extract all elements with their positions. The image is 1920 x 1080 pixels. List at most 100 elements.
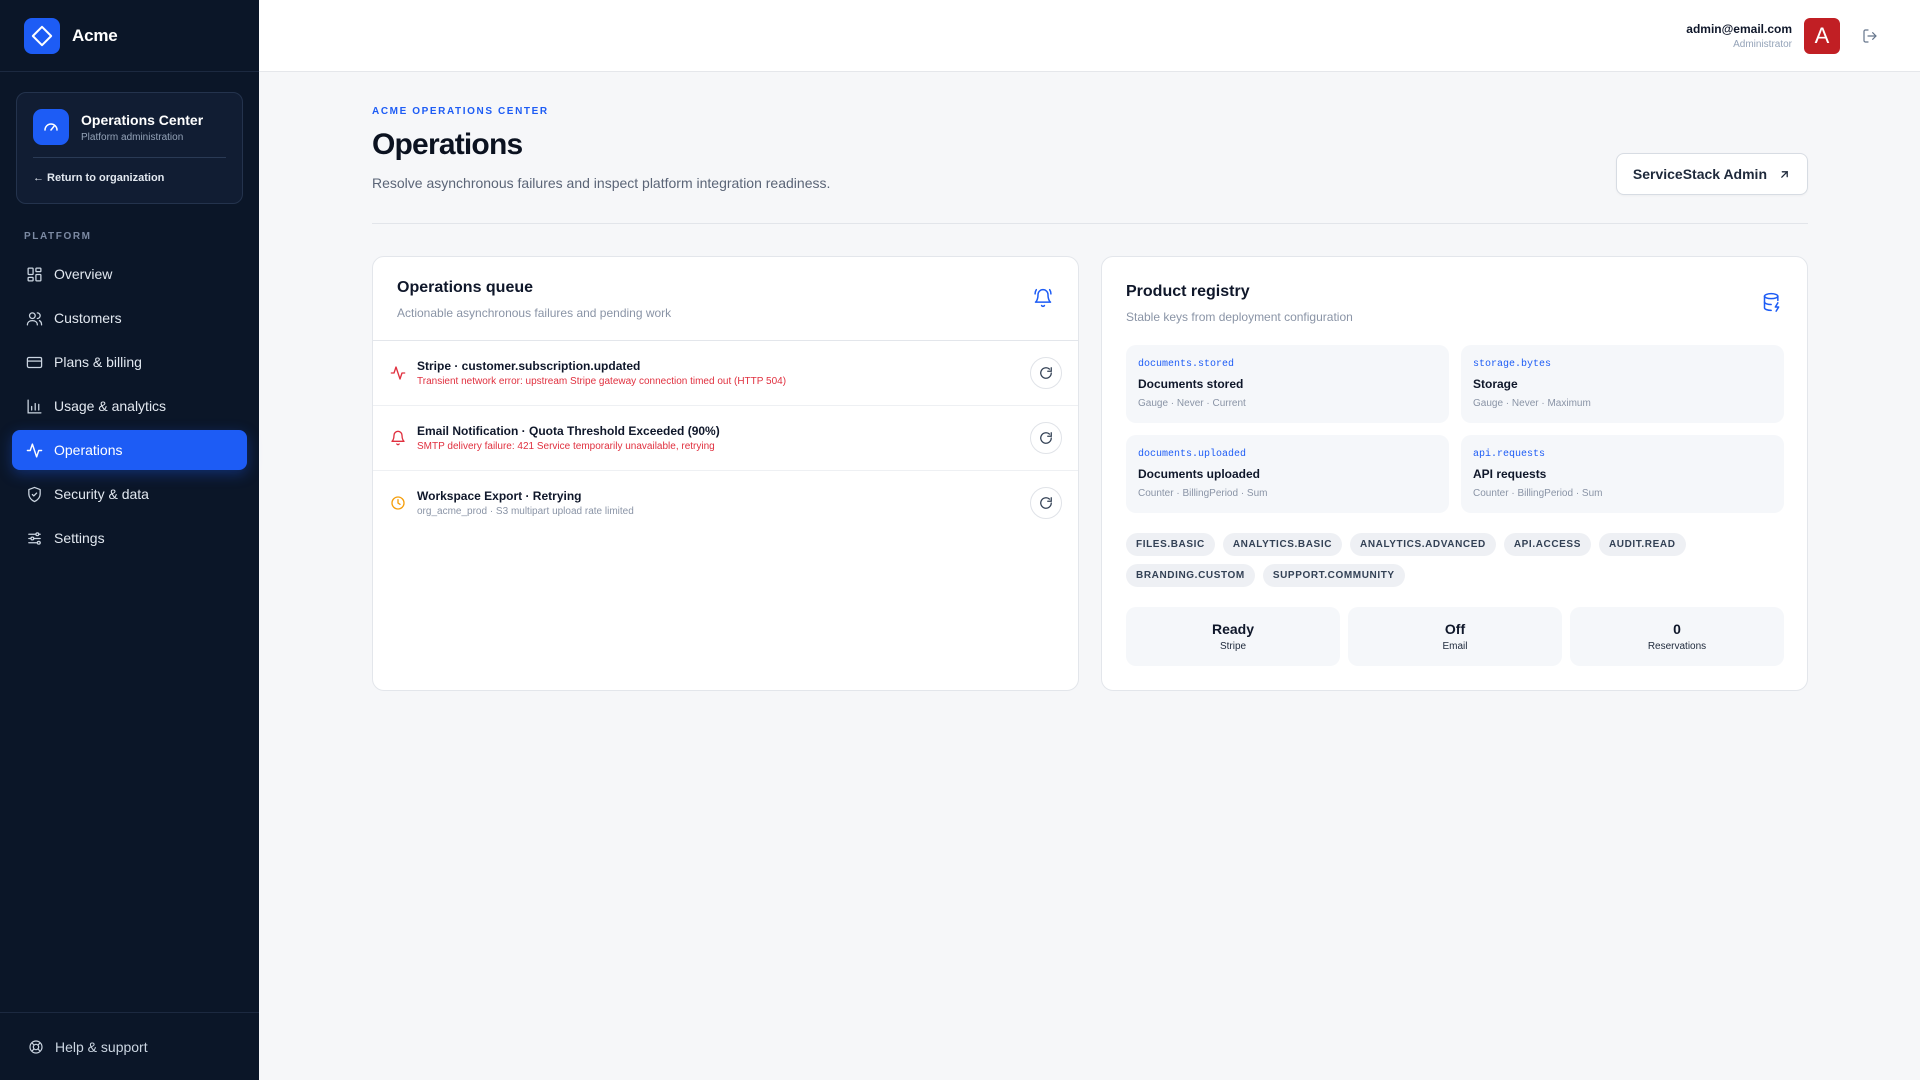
queue-item-detail: org_acme_prod · S3 multipart upload rate… (417, 506, 634, 517)
bell-icon (389, 429, 407, 447)
stat-email: Off Email (1348, 607, 1562, 666)
gauge-icon (33, 109, 69, 145)
sidebar-item-overview[interactable]: Overview (12, 254, 247, 294)
brand[interactable]: Acme (0, 0, 259, 72)
feature-chip: API.ACCESS (1503, 533, 1591, 556)
registry-key-tile: storage.bytes Storage Gauge · Never · Ma… (1461, 345, 1784, 423)
stat-label: Email (1442, 641, 1468, 652)
key-code: api.requests (1473, 449, 1546, 460)
sidebar-item-operations[interactable]: Operations (12, 430, 247, 470)
key-meta: Gauge · Never · Maximum (1473, 398, 1591, 409)
stat-value: Ready (1211, 621, 1255, 637)
queue-item-detail: Transient network error: upstream Stripe… (417, 376, 787, 387)
key-code: documents.stored (1138, 359, 1235, 370)
retry-button[interactable] (1030, 357, 1062, 389)
registry-subtitle: Stable keys from deployment configuratio… (1126, 310, 1353, 324)
key-code: storage.bytes (1473, 359, 1552, 370)
key-meta: Counter · BillingPeriod · Sum (1473, 488, 1603, 499)
servicestack-admin-button[interactable]: ServiceStack Admin (1615, 153, 1808, 195)
queue-item-detail: SMTP delivery failure: 421 Service tempo… (417, 441, 715, 452)
sidebar-item-settings[interactable]: Settings (12, 518, 247, 558)
return-to-organization-link[interactable]: ← Return to organization (33, 172, 226, 184)
sidebar-item-security-data[interactable]: Security & data (12, 474, 247, 514)
refresh-icon (1040, 367, 1052, 379)
sliders-icon (25, 529, 43, 547)
logout-icon[interactable] (1860, 26, 1880, 46)
diamond-logo-icon (24, 17, 60, 54)
queue-item: Email Notification · Quota Threshold Exc… (373, 406, 1078, 471)
servicestack-admin-label: ServiceStack Admin (1632, 166, 1767, 182)
sidebar-item-label: Customers (54, 310, 122, 326)
refresh-icon (1040, 432, 1052, 444)
feature-chip: BRANDING.CUSTOM (1126, 564, 1255, 587)
stat-stripe: Ready Stripe (1126, 607, 1340, 666)
clock-icon (389, 494, 407, 512)
feature-chip: AUDIT.READ (1598, 533, 1686, 556)
users-icon (25, 309, 43, 327)
lifebuoy-icon (27, 1038, 45, 1056)
feature-chip: SUPPORT.COMMUNITY (1262, 564, 1405, 587)
database-zap-icon (1761, 291, 1783, 313)
header-divider (372, 223, 1808, 224)
key-code: documents.uploaded (1138, 449, 1247, 460)
key-meta: Counter · BillingPeriod · Sum (1138, 488, 1268, 499)
stat-reservations: 0 Reservations (1570, 607, 1784, 666)
feature-chips: FILES.BASIC ANALYTICS.BASIC ANALYTICS.ADVA… (1126, 533, 1786, 595)
sidebar-item-plans-billing[interactable]: Plans & billing (12, 342, 247, 382)
queue-item-title: Workspace Export · Retrying (417, 489, 582, 503)
bell-ring-icon (1032, 287, 1054, 309)
user-role: Administrator (1733, 39, 1792, 50)
key-name: Storage (1473, 377, 1518, 391)
key-meta: Gauge · Never · Current (1138, 398, 1246, 409)
bar-chart-icon (25, 397, 43, 415)
page-subtitle: Resolve asynchronous failures and inspec… (372, 175, 831, 191)
key-name: Documents stored (1138, 377, 1244, 391)
credit-card-icon (25, 353, 43, 371)
activity-icon (389, 364, 407, 382)
key-name: API requests (1473, 467, 1547, 481)
sidebar-nav: Overview Customers Plans & billing Usage… (12, 254, 247, 562)
grid-icon (25, 265, 43, 283)
queue-subtitle: Actionable asynchronous failures and pen… (397, 306, 672, 320)
queue-title: Operations queue (397, 279, 534, 296)
arrow-up-right-icon (1777, 167, 1791, 181)
retry-button[interactable] (1030, 422, 1062, 454)
stat-label: Stripe (1219, 641, 1247, 652)
ops-card-subtitle: Platform administration (81, 131, 184, 143)
feature-chip: ANALYTICS.BASIC (1222, 533, 1343, 556)
stat-value: Off (1444, 621, 1466, 637)
brand-name: Acme (72, 25, 118, 45)
sidebar-item-label: Overview (54, 266, 113, 282)
sidebar-item-label: Settings (54, 530, 105, 546)
queue-item: Workspace Export · Retrying org_acme_pro… (373, 471, 1078, 536)
registry-key-tile: documents.stored Documents stored Gauge … (1126, 345, 1449, 423)
operations-center-card: Operations Center Platform administratio… (16, 92, 243, 204)
retry-button[interactable] (1030, 487, 1062, 519)
help-support-label: Help & support (55, 1038, 148, 1055)
sidebar: Acme Operations Center Platform administ… (0, 0, 259, 1080)
divider (33, 157, 226, 158)
stat-label: Reservations (1647, 641, 1707, 652)
product-registry-card: Product registry Stable keys from deploy… (1101, 256, 1808, 691)
page-title: Operations (372, 128, 523, 161)
queue-item-title: Stripe · customer.subscription.updated (417, 359, 641, 373)
sidebar-item-customers[interactable]: Customers (12, 298, 247, 338)
stat-value: 0 (1673, 621, 1681, 637)
operations-queue-card: Operations queue Actionable asynchronous… (372, 256, 1079, 691)
sidebar-item-usage-analytics[interactable]: Usage & analytics (12, 386, 247, 426)
sidebar-item-label: Security & data (54, 486, 149, 502)
sidebar-item-label: Operations (54, 442, 123, 458)
top-bar: admin@email.com Administrator A (259, 0, 1920, 72)
page-eyebrow: ACME OPERATIONS CENTER (372, 106, 549, 117)
queue-item-title: Email Notification · Quota Threshold Exc… (417, 424, 720, 438)
feature-chip: FILES.BASIC (1126, 533, 1215, 556)
registry-key-tile: api.requests API requests Counter · Bill… (1461, 435, 1784, 513)
user-menu[interactable]: admin@email.com Administrator A (1686, 18, 1840, 54)
avatar[interactable]: A (1804, 18, 1840, 54)
key-name: Documents uploaded (1138, 467, 1261, 481)
feature-chip: ANALYTICS.ADVANCED (1350, 533, 1496, 556)
help-support-link[interactable]: Help & support (0, 1012, 259, 1080)
ops-card-title: Operations Center (81, 111, 204, 128)
activity-icon (25, 441, 43, 459)
user-email: admin@email.com (1686, 22, 1792, 36)
